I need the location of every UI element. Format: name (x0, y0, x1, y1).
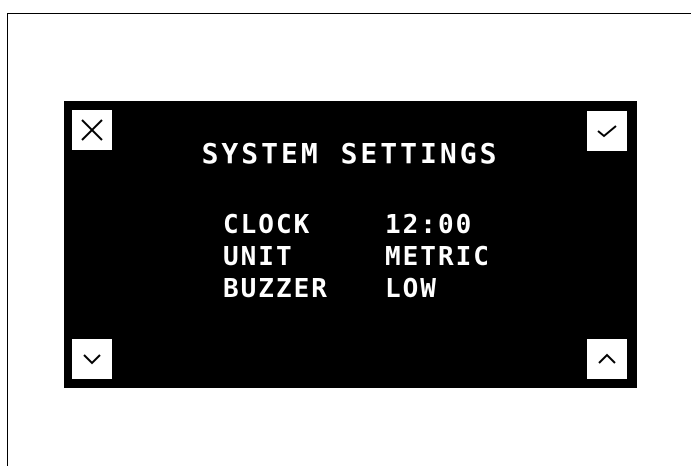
setting-label: UNIT (223, 242, 294, 272)
setting-label: BUZZER (223, 274, 329, 304)
setting-value: 12:00 (385, 210, 474, 240)
setting-row-clock[interactable]: CLOCK 12:00 (223, 209, 491, 241)
chevron-up-icon (596, 352, 618, 366)
scroll-up-button[interactable] (586, 338, 628, 380)
scroll-down-button[interactable] (71, 338, 113, 380)
setting-label: CLOCK (223, 210, 312, 240)
settings-display: SYSTEM SETTINGS CLOCK 12:00 UNIT METRIC … (64, 101, 637, 388)
setting-row-buzzer[interactable]: BUZZER LOW (223, 273, 491, 305)
page-title: SYSTEM SETTINGS (201, 137, 500, 170)
setting-value: LOW (385, 274, 438, 304)
chevron-down-icon (81, 352, 103, 366)
setting-value: METRIC (385, 242, 491, 272)
setting-row-unit[interactable]: UNIT METRIC (223, 241, 491, 273)
settings-list: CLOCK 12:00 UNIT METRIC BUZZER LOW (223, 209, 491, 305)
